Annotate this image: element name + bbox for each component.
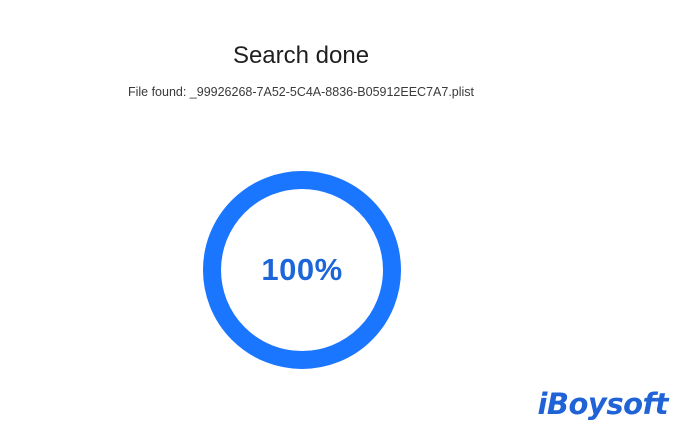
file-found-text: File found: _99926268-7A52-5C4A-8836-B05… bbox=[127, 85, 475, 99]
progress-percentage: 100% bbox=[261, 252, 343, 287]
progress-ring: 100% bbox=[203, 171, 401, 369]
search-result-panel: Search done File found: _99926268-7A52-5… bbox=[0, 0, 686, 448]
status-title: Search done bbox=[232, 42, 370, 69]
iboysoft-logo: iBoysoft bbox=[537, 375, 668, 419]
brand-name: iBoysoft bbox=[537, 387, 668, 421]
